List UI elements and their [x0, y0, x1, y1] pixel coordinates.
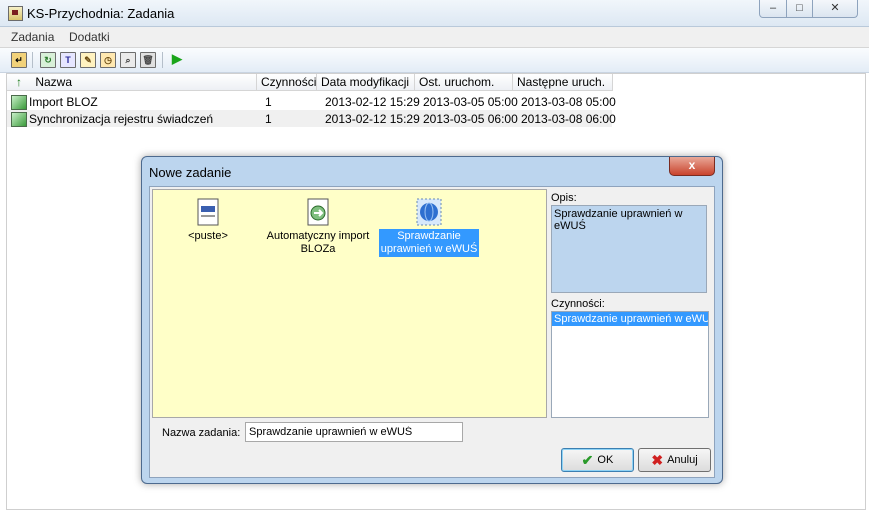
toolbar: ↵ ↻ T ✎ ◷ ⌕ 🗑 ▶	[0, 48, 869, 73]
cancel-label: Anuluj	[667, 454, 698, 466]
window-titlebar: KS-Przychodnia: Zadania – □ ✕	[0, 0, 869, 27]
task-icon	[11, 112, 27, 127]
task-name-label: Nazwa zadania:	[162, 427, 241, 439]
globe-icon	[416, 198, 442, 226]
delete-icon[interactable]: 🗑	[140, 52, 156, 68]
template-item-ewus[interactable]: Sprawdzanie uprawnień w eWUŚ	[379, 198, 479, 257]
checkmark-icon: ✔	[581, 451, 594, 468]
refresh-icon[interactable]: ↻	[40, 52, 56, 68]
app-icon	[8, 6, 23, 21]
schedule-icon[interactable]: ◷	[100, 52, 116, 68]
template-label: Automatyczny import BLOZa	[266, 230, 370, 255]
task-modified: 2013-02-12 15:29	[325, 112, 420, 126]
czynnosci-item[interactable]: Sprawdzanie uprawnień w eWUŚ	[552, 312, 708, 326]
column-header-data-modyfikacji[interactable]: Data modyfikacji	[317, 74, 415, 91]
new-task-dialog: Nowe zadanie x <puste> Automatyczny impo…	[141, 156, 723, 484]
toolbar-separator	[32, 52, 33, 68]
edit-icon[interactable]: ✎	[80, 52, 96, 68]
exit-icon[interactable]: ↵	[11, 52, 27, 68]
template-label: <puste>	[188, 230, 228, 242]
template-item-puste[interactable]: <puste>	[173, 198, 243, 244]
task-next-run: 2013-03-08 05:00	[521, 95, 616, 109]
czynnosci-label: Czynności:	[551, 298, 605, 310]
blank-document-icon	[195, 198, 221, 226]
column-header-ost-uruchom[interactable]: Ost. uruchom.	[415, 74, 513, 91]
task-count: 1	[265, 95, 272, 109]
window-title: KS-Przychodnia: Zadania	[27, 6, 175, 21]
toolbar-separator	[162, 52, 163, 68]
template-icon-view: <puste> Automatyczny import BLOZa Sprawd…	[152, 189, 547, 418]
task-last-run: 2013-03-05 05:00	[423, 95, 518, 109]
ok-label: OK	[597, 454, 614, 466]
ok-button[interactable]: ✔ OK	[561, 448, 634, 472]
cancel-button[interactable]: ✖ Anuluj	[638, 448, 711, 472]
run-icon[interactable]: ▶	[170, 52, 184, 66]
task-modified: 2013-02-12 15:29	[325, 95, 420, 109]
menu-dodatki[interactable]: Dodatki	[69, 30, 110, 44]
column-header-nazwa[interactable]: ↑ Nazwa	[7, 74, 257, 91]
dialog-title: Nowe zadanie	[149, 165, 232, 180]
template-label: Sprawdzanie uprawnień w eWUŚ	[379, 229, 479, 257]
cross-icon: ✖	[651, 451, 664, 468]
dialog-close-button[interactable]: x	[669, 157, 715, 176]
task-name-input[interactable]	[245, 422, 463, 442]
task-icon	[11, 95, 27, 110]
close-window-button[interactable]: ✕	[812, 0, 858, 18]
table-row[interactable]: Import BLOZ 1 2013-02-12 15:29 2013-03-0…	[7, 93, 616, 110]
column-label: Nazwa	[35, 75, 73, 89]
import-icon	[305, 198, 331, 226]
czynnosci-list[interactable]: Sprawdzanie uprawnień w eWUŚ	[551, 311, 709, 418]
sort-up-icon: ↑	[16, 75, 22, 89]
table-row[interactable]: Synchronizacja rejestru świadczeń 1 2013…	[7, 110, 616, 127]
task-name: Synchronizacja rejestru świadczeń	[29, 112, 214, 126]
preview-icon[interactable]: ⌕	[120, 52, 136, 68]
column-header-czynnosci[interactable]: Czynności	[257, 74, 317, 91]
task-next-run: 2013-03-08 06:00	[521, 112, 616, 126]
task-count: 1	[265, 112, 272, 126]
new-task-icon[interactable]: T	[60, 52, 76, 68]
menu-zadania[interactable]: Zadania	[11, 30, 54, 44]
minimize-button[interactable]: –	[759, 0, 787, 18]
maximize-button[interactable]: □	[786, 0, 813, 18]
dialog-body: <puste> Automatyczny import BLOZa Sprawd…	[149, 186, 715, 478]
menubar: Zadania Dodatki	[0, 27, 869, 48]
column-header-nastepne-uruch[interactable]: Następne uruch.	[513, 74, 613, 91]
template-item-import-bloz[interactable]: Automatyczny import BLOZa	[263, 198, 373, 257]
opis-text: Sprawdzanie uprawnień w eWUŚ	[551, 205, 707, 293]
opis-label: Opis:	[551, 192, 577, 204]
task-last-run: 2013-03-05 06:00	[423, 112, 518, 126]
task-name: Import BLOZ	[29, 95, 98, 109]
